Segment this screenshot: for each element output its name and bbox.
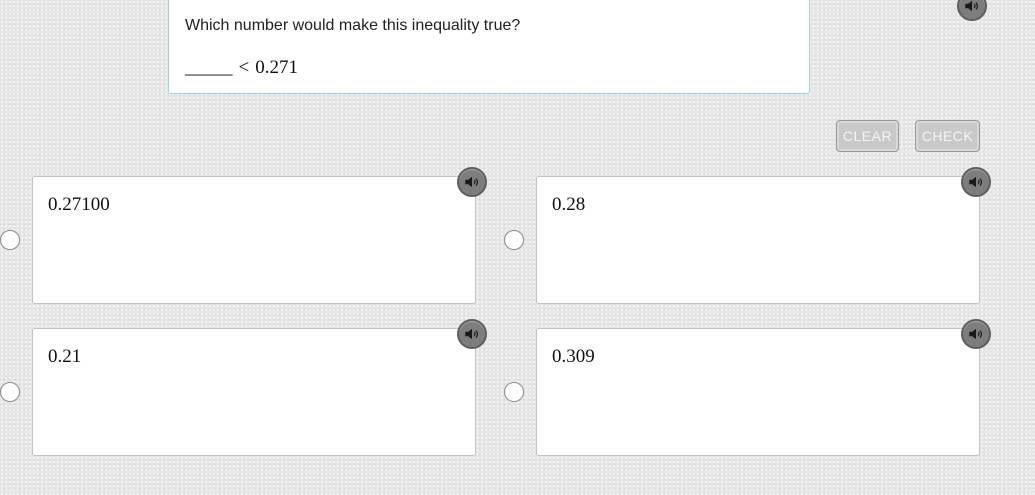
option-card-3[interactable]: 0.21 [32, 319, 487, 456]
option-card-2[interactable]: 0.28 [536, 167, 991, 304]
option-label-1: 0.27100 [48, 194, 110, 215]
option-radio-3[interactable] [0, 382, 20, 402]
check-button[interactable]: CHECK [915, 120, 980, 152]
option-card-4[interactable]: 0.309 [536, 319, 991, 456]
option-audio-button-3[interactable] [457, 319, 487, 349]
option-radio-1[interactable] [0, 230, 20, 250]
option-audio-button-1[interactable] [457, 167, 487, 197]
option-audio-button-2[interactable] [961, 167, 991, 197]
speaker-icon [465, 328, 479, 340]
option-radio-2[interactable] [504, 230, 524, 250]
question-panel: Which number would make this inequality … [168, 0, 987, 94]
option-audio-button-4[interactable] [961, 319, 991, 349]
clear-button[interactable]: CLEAR [836, 120, 899, 152]
option-card-1[interactable]: 0.27100 [32, 167, 487, 304]
option-label-4: 0.309 [552, 346, 595, 367]
inequality-value: 0.271 [255, 57, 298, 78]
option-label-3: 0.21 [48, 346, 82, 367]
less-than-operator: < [238, 57, 250, 78]
inequality-expression: _____ <0.271 [185, 57, 298, 79]
speaker-icon [969, 176, 983, 188]
speaker-icon [965, 0, 979, 12]
question-prompt: Which number would make this inequality … [185, 17, 521, 34]
speaker-icon [465, 176, 479, 188]
speaker-icon [969, 328, 983, 340]
option-label-2: 0.28 [552, 194, 586, 215]
answer-blank: _____ [185, 57, 233, 78]
question-audio-button[interactable] [957, 0, 987, 21]
option-radio-4[interactable] [504, 382, 524, 402]
